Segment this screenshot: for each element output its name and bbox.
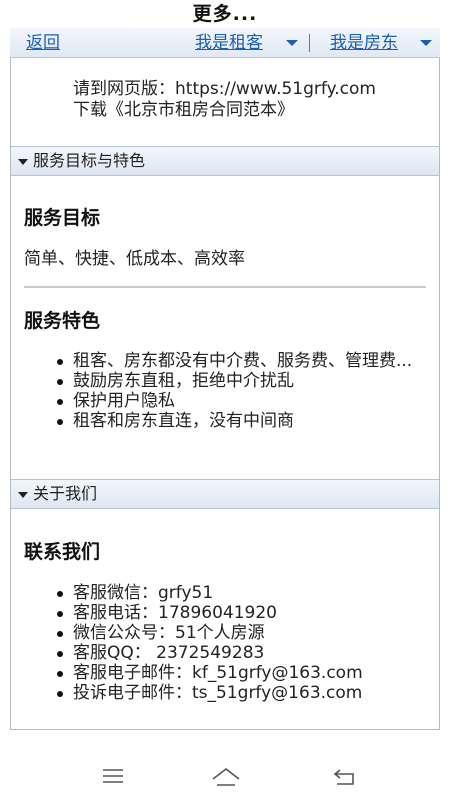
collapse-triangle-icon: [18, 159, 28, 165]
collapse-triangle-icon: [18, 492, 28, 498]
service-goal-heading: 服务目标: [24, 207, 101, 229]
list-item: 保护用户隐私: [55, 391, 425, 411]
section-header-about[interactable]: 关于我们: [11, 479, 439, 509]
list-item: 租客、房东都没有中介费、服务费、管理费...: [55, 351, 425, 371]
list-item: 投诉电子邮件：ts_51grfy@163.com: [55, 683, 425, 703]
content-panel: 请到网页版：https://www.51grfy.com 下载《北京市租房合同范…: [10, 58, 440, 730]
landlord-menu-link[interactable]: 我是房东: [330, 32, 398, 54]
landlord-dropdown-caret-icon[interactable]: [420, 40, 432, 46]
section-header-label: 服务目标与特色: [33, 151, 146, 170]
home-icon[interactable]: [211, 767, 241, 791]
website-text: 请到网页版：https://www.51grfy.com: [73, 79, 376, 99]
list-item: 租客和房东直连，没有中间商: [55, 411, 425, 431]
service-goal-text: 简单、快捷、低成本、高效率: [24, 249, 245, 269]
divider: [24, 286, 426, 288]
list-item: 鼓励房东直租，拒绝中介扰乱: [55, 371, 425, 391]
menu-icon[interactable]: [102, 767, 124, 789]
nav-separator: [309, 34, 310, 52]
page-title: 更多...: [192, 3, 258, 25]
list-item: 微信公众号：51个人房源: [55, 623, 425, 643]
section-header-label: 关于我们: [33, 484, 98, 503]
list-item: 客服电子邮件：kf_51grfy@163.com: [55, 663, 425, 683]
download-notice: 请到网页版：https://www.51grfy.com 下载《北京市租房合同范…: [11, 58, 439, 148]
back-link[interactable]: 返回: [26, 32, 60, 54]
tenant-dropdown-caret-icon[interactable]: [286, 40, 298, 46]
page-title-bar: 更多...: [0, 0, 450, 28]
list-item: 客服QQ： 2372549283: [55, 643, 425, 663]
contact-heading: 联系我们: [24, 541, 101, 563]
tenant-menu-link[interactable]: 我是租客: [195, 32, 263, 54]
system-navigation-bar: [0, 755, 450, 800]
section-header-service[interactable]: 服务目标与特色: [11, 146, 439, 176]
list-item: 客服电话：17896041920: [55, 603, 425, 623]
list-item: 客服微信：grfy51: [55, 583, 425, 603]
contacts-list: 客服微信：grfy51 客服电话：17896041920 微信公众号：51个人房…: [55, 583, 425, 703]
features-list: 租客、房东都没有中介费、服务费、管理费... 鼓励房东直租，拒绝中介扰乱 保护用…: [55, 351, 425, 431]
contract-download-text: 下载《北京市租房合同范本》: [73, 100, 294, 120]
back-icon[interactable]: [332, 767, 356, 791]
service-features-heading: 服务特色: [24, 310, 101, 332]
nav-bar: 返回 我是租客 我是房东: [10, 28, 440, 58]
